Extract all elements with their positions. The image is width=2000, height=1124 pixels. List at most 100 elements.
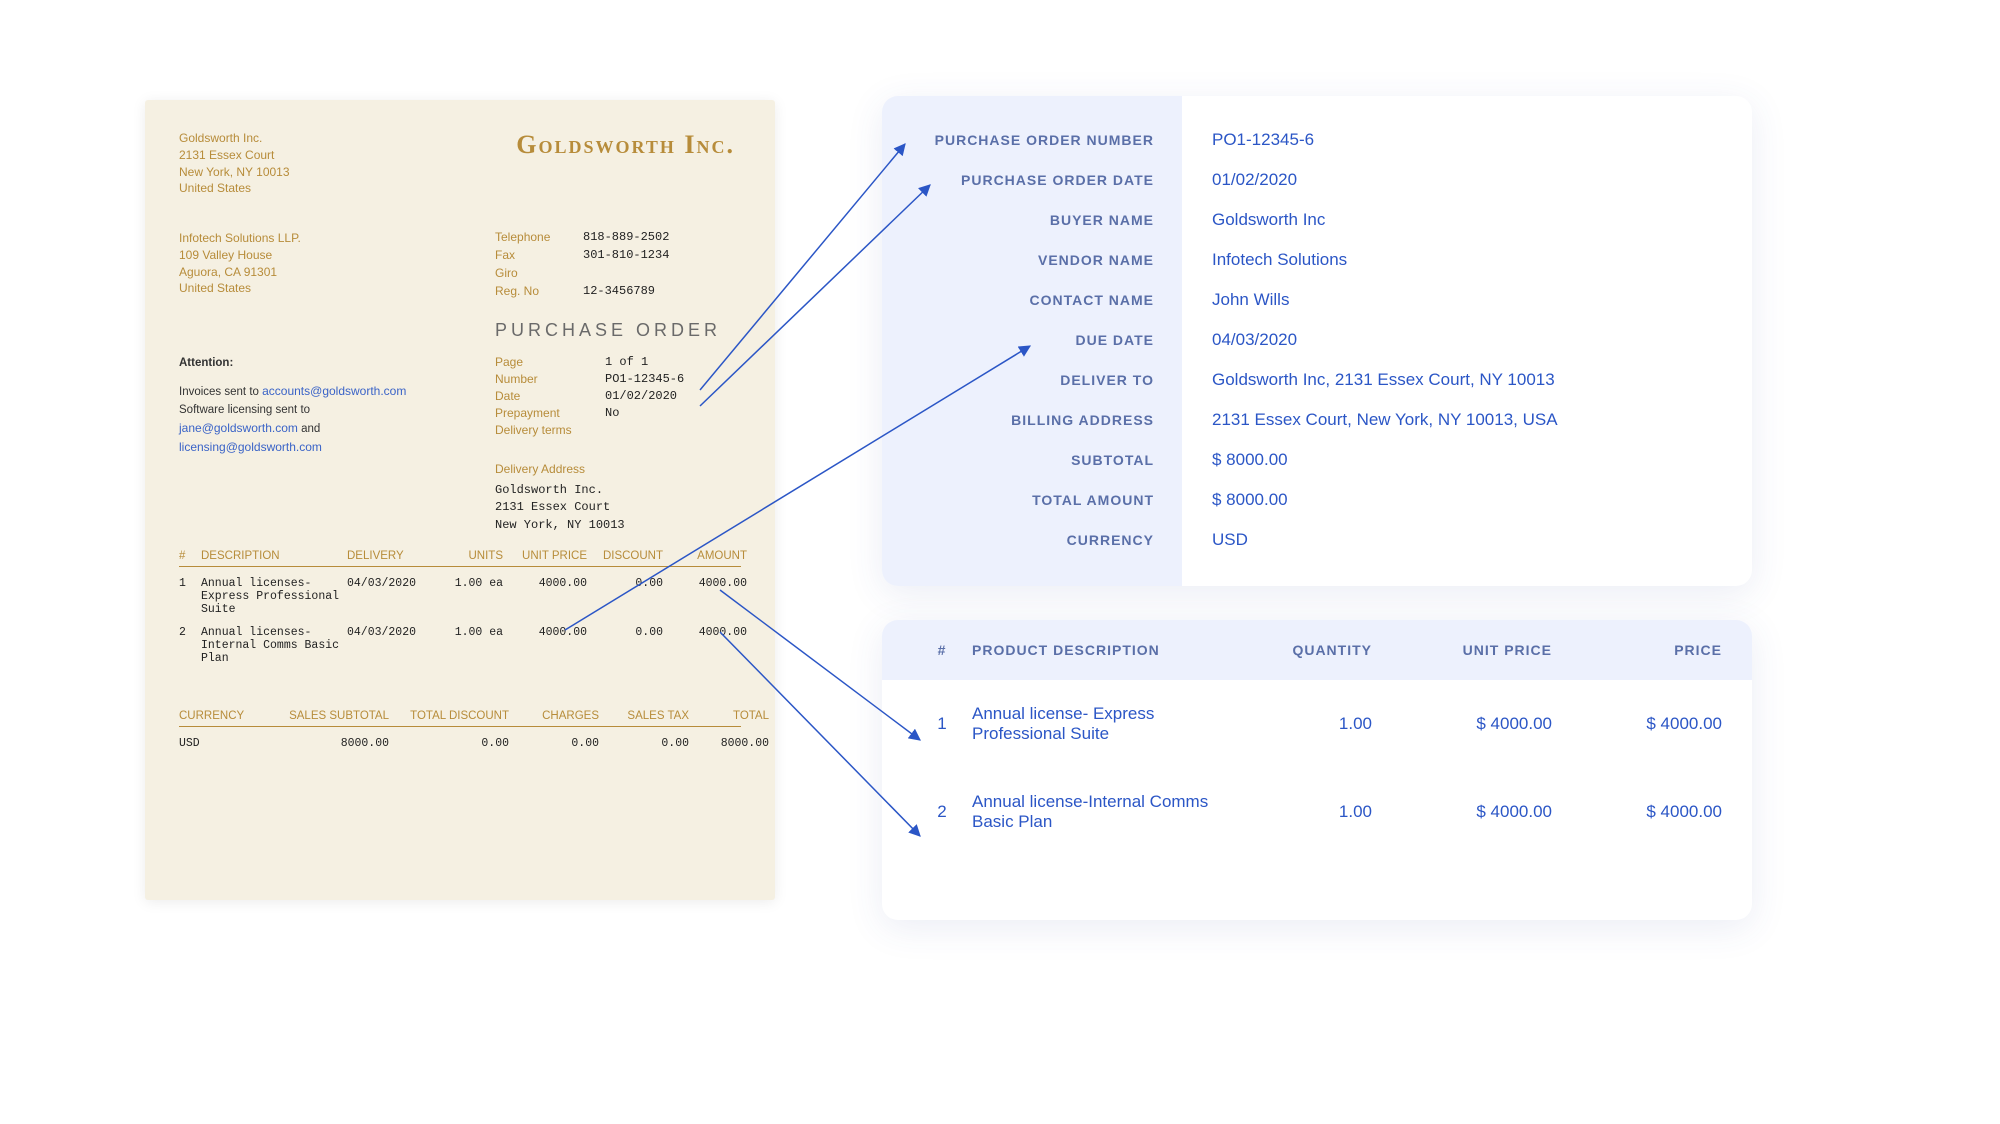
tval-tax: 0.00 <box>599 737 689 750</box>
page-label: Page <box>495 355 605 369</box>
delivery-header: Delivery Address <box>495 462 625 476</box>
val-po-number: PO1-12345-6 <box>1212 120 1722 160</box>
tcol-chg: CHARGES <box>509 710 599 722</box>
totals-block: CURRENCY SALES SUBTOTAL TOTAL DISCOUNT C… <box>179 690 741 750</box>
col-units: UNITS <box>443 550 503 562</box>
tcol-tax: SALES TAX <box>599 710 689 722</box>
val-due: 04/03/2020 <box>1212 320 1722 360</box>
totals-row: USD 8000.00 0.00 0.00 0.00 8000.00 <box>179 737 741 750</box>
tval-cur: USD <box>179 737 269 750</box>
lbl-subtotal: SUBTOTAL <box>910 440 1154 480</box>
tval-tot: 8000.00 <box>689 737 769 750</box>
purchase-order-document: Goldsworth Inc. Goldsworth Inc. 2131 Ess… <box>145 100 775 900</box>
lbl-contact: CONTACT NAME <box>910 280 1154 320</box>
lbl-billing: BILLING ADDRESS <box>910 400 1154 440</box>
extracted-labels-column: PURCHASE ORDER NUMBER PURCHASE ORDER DAT… <box>882 96 1182 586</box>
lcol-desc: PRODUCT DESCRIPTION <box>972 642 1222 658</box>
col-uprice: UNIT PRICE <box>509 550 587 562</box>
attn-l2: Software licensing sent to <box>179 402 406 419</box>
item-desc: Annual licenses- Internal Comms Basic Pl… <box>201 626 341 665</box>
val-contact: John Wills <box>1212 280 1722 320</box>
ln-uprice: $ 4000.00 <box>1372 714 1552 734</box>
terms-label: Delivery terms <box>495 423 605 437</box>
attn-l3a: jane@goldsworth.com <box>179 421 298 435</box>
val-deliver-to: Goldsworth Inc, 2131 Essex Court, NY 100… <box>1212 360 1722 400</box>
extracted-fields-card: PURCHASE ORDER NUMBER PURCHASE ORDER DAT… <box>882 96 1752 586</box>
delivery-l1: Goldsworth Inc. <box>495 482 625 499</box>
vendor-address-block: Infotech Solutions LLP. 109 Valley House… <box>179 230 301 297</box>
ln-n: 2 <box>912 802 972 822</box>
extracted-line-row: 2 Annual license-Internal Comms Basic Pl… <box>882 768 1752 856</box>
number-value: PO1-12345-6 <box>605 372 684 386</box>
delivery-l3: New York, NY 10013 <box>495 517 625 534</box>
ln-desc: Annual license-Internal Comms Basic Plan <box>972 792 1222 832</box>
item-deliv: 04/03/2020 <box>347 626 437 639</box>
extracted-line-row: 1 Annual license- Express Professional S… <box>882 680 1752 768</box>
item-n: 1 <box>179 577 195 590</box>
attention-block: Attention: Invoices sent to accounts@gol… <box>179 355 406 456</box>
item-uprice: 4000.00 <box>509 626 587 639</box>
buyer-country: United States <box>179 180 290 197</box>
item-deliv: 04/03/2020 <box>347 577 437 590</box>
tcol-disc: TOTAL DISCOUNT <box>389 710 509 722</box>
line-item-row: 2 Annual licenses- Internal Comms Basic … <box>179 626 741 665</box>
lbl-po-date: PURCHASE ORDER DATE <box>910 160 1154 200</box>
reg-label: Reg. No <box>495 284 583 298</box>
val-po-date: 01/02/2020 <box>1212 160 1722 200</box>
attn-l3b: and <box>298 423 320 435</box>
ln-n: 1 <box>912 714 972 734</box>
vendor-name: Infotech Solutions LLP. <box>179 230 301 247</box>
lbl-currency: CURRENCY <box>910 520 1154 560</box>
lcol-uprice: UNIT PRICE <box>1372 642 1552 658</box>
tcol-cur: CURRENCY <box>179 710 269 722</box>
line-items-header: # DESCRIPTION DELIVERY UNITS UNIT PRICE … <box>179 550 741 567</box>
val-total: $ 8000.00 <box>1212 480 1722 520</box>
giro-label: Giro <box>495 266 583 280</box>
tval-sub: 8000.00 <box>269 737 389 750</box>
attention-header: Attention: <box>179 355 406 372</box>
lbl-due: DUE DATE <box>910 320 1154 360</box>
col-amt: AMOUNT <box>669 550 747 562</box>
attn-l1b: accounts@goldsworth.com <box>262 384 406 398</box>
buyer-addr2: New York, NY 10013 <box>179 164 290 181</box>
delivery-address-block: Delivery Address Goldsworth Inc. 2131 Es… <box>495 462 625 534</box>
line-item-row: 1 Annual licenses- Express Professional … <box>179 577 741 616</box>
line-items-table: # DESCRIPTION DELIVERY UNITS UNIT PRICE … <box>179 550 741 665</box>
prepay-value: No <box>605 406 619 420</box>
po-heading: PURCHASE ORDER <box>495 320 721 341</box>
item-disc: 0.00 <box>593 577 663 590</box>
item-n: 2 <box>179 626 195 639</box>
ln-uprice: $ 4000.00 <box>1372 802 1552 822</box>
vendor-addr1: 109 Valley House <box>179 247 301 264</box>
fax-value: 301-810-1234 <box>583 248 669 262</box>
val-buyer: Goldsworth Inc <box>1212 200 1722 240</box>
val-currency: USD <box>1212 520 1722 560</box>
ln-qty: 1.00 <box>1222 714 1372 734</box>
vendor-country: United States <box>179 280 301 297</box>
page-value: 1 of 1 <box>605 355 648 369</box>
extracted-lines-header: # PRODUCT DESCRIPTION QUANTITY UNIT PRIC… <box>882 620 1752 680</box>
item-units: 1.00 ea <box>443 626 503 639</box>
val-vendor: Infotech Solutions <box>1212 240 1722 280</box>
date-value: 01/02/2020 <box>605 389 677 403</box>
totals-header: CURRENCY SALES SUBTOTAL TOTAL DISCOUNT C… <box>179 710 741 727</box>
ln-qty: 1.00 <box>1222 802 1372 822</box>
prepay-label: Prepayment <box>495 406 605 420</box>
buyer-name: Goldsworth Inc. <box>179 130 290 147</box>
ln-desc: Annual license- Express Professional Sui… <box>972 704 1222 744</box>
item-disc: 0.00 <box>593 626 663 639</box>
delivery-l2: 2131 Essex Court <box>495 499 625 516</box>
item-units: 1.00 ea <box>443 577 503 590</box>
attn-l1a: Invoices sent to <box>179 386 262 398</box>
lcol-price: PRICE <box>1552 642 1722 658</box>
item-amt: 4000.00 <box>669 626 747 639</box>
lbl-deliver-to: DELIVER TO <box>910 360 1154 400</box>
tcol-tot: TOTAL <box>689 710 769 722</box>
attn-l4: licensing@goldsworth.com <box>179 438 406 456</box>
val-subtotal: $ 8000.00 <box>1212 440 1722 480</box>
lbl-buyer: BUYER NAME <box>910 200 1154 240</box>
val-billing: 2131 Essex Court, New York, NY 10013, US… <box>1212 400 1722 440</box>
company-title: Goldsworth Inc. <box>516 130 735 160</box>
lbl-vendor: VENDOR NAME <box>910 240 1154 280</box>
tval-disc: 0.00 <box>389 737 509 750</box>
